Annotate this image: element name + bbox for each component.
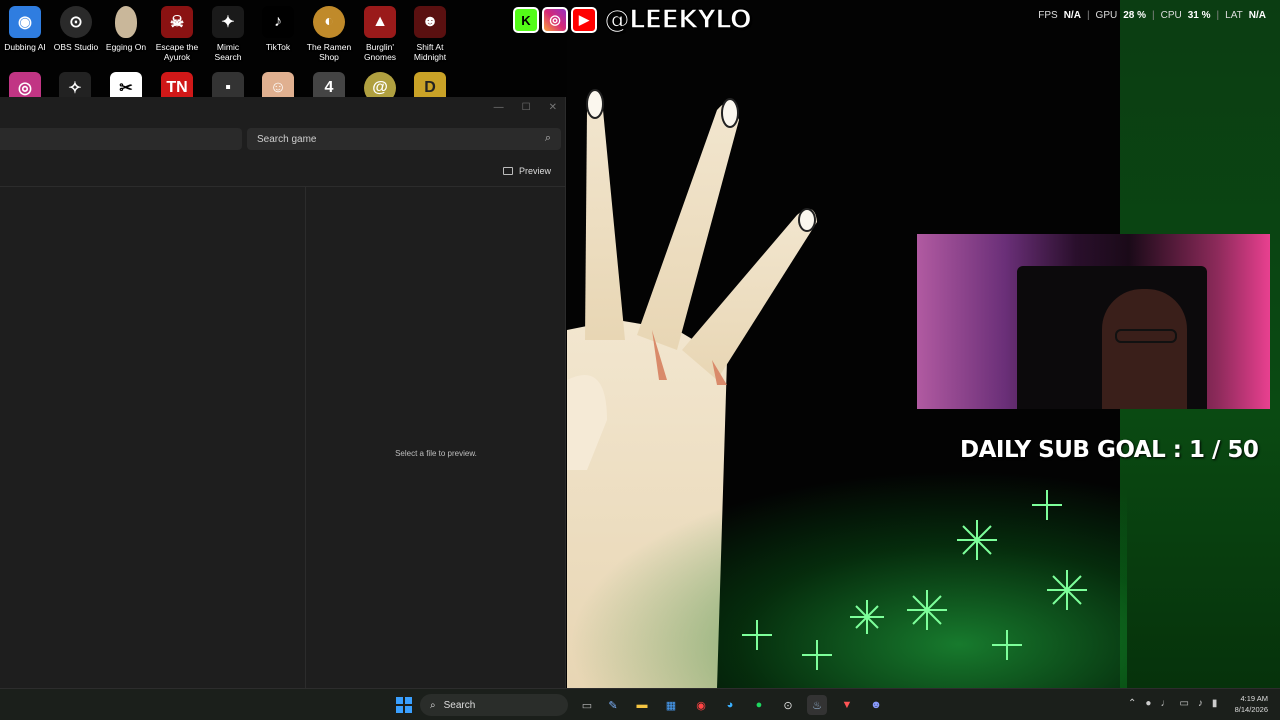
path-field[interactable]	[0, 128, 242, 150]
divider	[0, 186, 566, 187]
screen: ◉ Dubbing AI ⊙ OBS Studio Egging On ☠ Es…	[0, 0, 1280, 720]
desktop-icon-label: TikTok	[265, 42, 291, 52]
lat-value: N/A	[1248, 10, 1266, 21]
system-tray: ⌃ ● ♩ ▭ ♪ ▮	[1128, 698, 1217, 709]
desktop-icon-shift-at-midnight[interactable]: ☻ Shift At Midnight	[405, 6, 455, 62]
taskbar-search-label: Search	[443, 699, 476, 711]
social-banner: K ◎ ▶ @LEEKYLO	[513, 4, 753, 36]
clock[interactable]: 4:19 AM 8/14/2026	[1235, 693, 1268, 715]
spotify-icon[interactable]: ●	[749, 695, 769, 715]
copilot-icon[interactable]: ✎	[603, 695, 623, 715]
chevron-up-icon[interactable]: ⌃	[1128, 698, 1136, 709]
kick-icon: K	[513, 7, 539, 33]
window-toolbar: Search game ⌕	[0, 127, 566, 153]
windows-icon	[396, 697, 412, 713]
microphone-icon[interactable]: ♩	[1160, 698, 1170, 709]
desktop-icon-the-ramen-shop[interactable]: ◐ The Ramen Shop	[304, 6, 354, 62]
desktop-icon-label: Dubbing AI	[4, 42, 46, 52]
fps-label: FPS	[1038, 10, 1058, 21]
channel-handle: @LEEKYLO	[603, 4, 752, 36]
burglin-gnomes-icon: ▲	[364, 6, 396, 38]
desktop-icon-label: Mimic Search	[214, 42, 242, 62]
search-game-input[interactable]: Search game ⌕	[247, 128, 561, 150]
tiktok-live-icon[interactable]: ▼	[837, 695, 857, 715]
lat-label: LAT	[1225, 10, 1243, 21]
tiktok-icon: ♪	[262, 6, 294, 38]
steam-icon[interactable]: ♨	[807, 695, 827, 715]
display-icon[interactable]: ▭	[1179, 698, 1188, 709]
preview-empty-message: Select a file to preview.	[395, 449, 477, 458]
app-tray-icon[interactable]: ●	[1145, 698, 1151, 709]
minimize-button[interactable]: —	[494, 102, 504, 113]
app-window: — ☐ ✕ Search game ⌕ Preview Select a fil…	[0, 97, 566, 688]
search-icon: ⌕	[430, 699, 436, 711]
obs-icon: ⊙	[60, 6, 92, 38]
desktop-icon-mimic-search[interactable]: ✦ Mimic Search	[203, 6, 253, 62]
desktop-icon-burglin-gnomes[interactable]: ▲ Burglin' Gnomes	[355, 6, 405, 62]
task-view-icon[interactable]: ▭	[577, 695, 597, 715]
instagram-icon: ◎	[542, 7, 568, 33]
sub-goal-counter: DAILY SUB GOAL : 1 / 50	[960, 437, 1259, 463]
desktop-icon-label: Egging On	[105, 42, 147, 52]
preview-pane-icon	[502, 167, 513, 175]
desktop-icon-label: OBS Studio	[53, 42, 99, 52]
desktop-icon-label: Shift At Midnight	[413, 42, 447, 62]
sparkle-effect	[567, 470, 1127, 688]
preview-button[interactable]: Preview	[502, 166, 551, 176]
file-explorer-icon[interactable]: ▬	[632, 695, 652, 715]
escape-ayurok-icon: ☠	[161, 6, 193, 38]
webcam-feed	[917, 234, 1270, 409]
clock-time: 4:19 AM	[1240, 694, 1268, 703]
maximize-button[interactable]: ☐	[522, 102, 531, 113]
gpu-value: 28 %	[1123, 10, 1147, 21]
pane-divider[interactable]	[305, 187, 306, 688]
window-titlebar: — ☐ ✕	[0, 97, 565, 117]
taskbar-search[interactable]: ⌕ Search	[420, 694, 568, 716]
search-icon[interactable]: ⌕	[545, 132, 551, 145]
desktop-icon-dubbing-ai[interactable]: ◉ Dubbing AI	[0, 6, 50, 52]
desktop-icon-escape-the-ayurok[interactable]: ☠ Escape the Ayurok	[152, 6, 202, 62]
desktop-icon-label: The Ramen Shop	[306, 42, 352, 62]
dubbing-ai-icon: ◉	[9, 6, 41, 38]
desktop-icon-egging-on[interactable]: Egging On	[101, 6, 151, 52]
search-placeholder: Search game	[257, 133, 317, 145]
battery-icon[interactable]: ▮	[1212, 698, 1218, 709]
separator: |	[1152, 10, 1155, 21]
egg-icon	[115, 6, 137, 38]
preview-label: Preview	[518, 166, 551, 176]
fps-value: N/A	[1063, 10, 1081, 21]
youtube-icon: ▶	[571, 7, 597, 33]
store-icon[interactable]: ▦	[661, 695, 681, 715]
desktop-icon-label: Escape the Ayurok	[155, 42, 199, 62]
shift-midnight-icon: ☻	[414, 6, 446, 38]
ramen-shop-icon: ◐	[313, 6, 345, 38]
close-button[interactable]: ✕	[549, 102, 557, 113]
desktop-icon-label: Burglin' Gnomes	[363, 42, 397, 62]
streamer	[1102, 289, 1187, 409]
edge-icon[interactable]: ◕	[720, 695, 740, 715]
taskbar: ⌕ Search ▭ ✎ ▬ ▦ ◉ ◕ ● ⊙ ♨ ▼ ☻ ⌃ ● ♩ ▭ ♪…	[0, 688, 1280, 720]
mimic-search-icon: ✦	[212, 6, 244, 38]
separator: |	[1086, 10, 1090, 21]
desktop-icon-obs-studio[interactable]: ⊙ OBS Studio	[51, 6, 101, 52]
performance-overlay: FPS N/A | GPU 28 % | CPU 31 % | LAT N/A	[1038, 10, 1266, 21]
gpu-label: GPU	[1095, 10, 1118, 21]
desktop-icon-tiktok[interactable]: ♪ TikTok	[253, 6, 303, 52]
chrome-icon[interactable]: ◉	[691, 695, 711, 715]
obs-taskbar-icon[interactable]: ⊙	[778, 695, 798, 715]
start-button[interactable]	[394, 695, 414, 715]
clock-date: 8/14/2026	[1234, 705, 1268, 714]
discord-icon[interactable]: ☻	[866, 695, 886, 715]
volume-icon[interactable]: ♪	[1198, 698, 1203, 709]
separator: |	[1216, 10, 1220, 21]
cpu-label: CPU	[1160, 10, 1182, 21]
cpu-value: 31 %	[1187, 10, 1211, 21]
glasses	[1115, 329, 1177, 343]
